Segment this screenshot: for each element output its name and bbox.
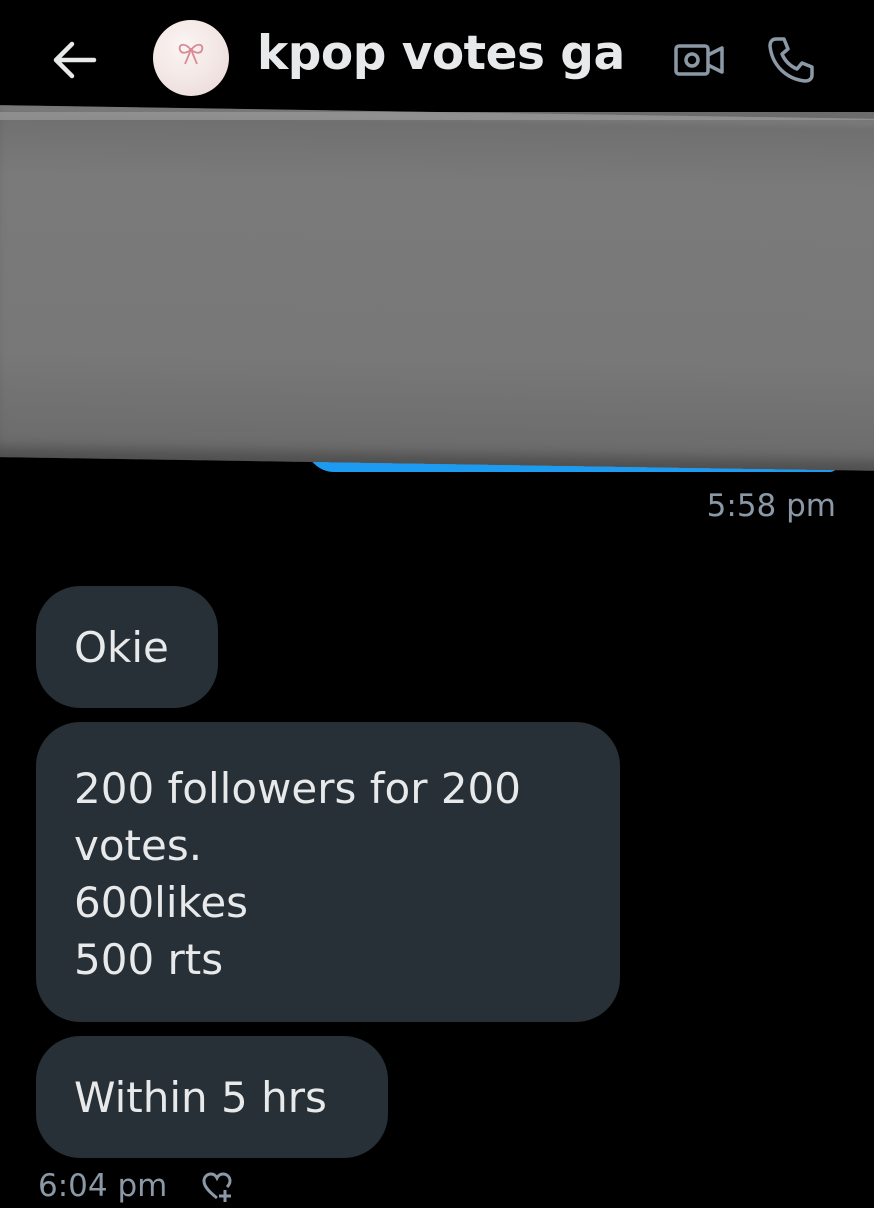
- redaction-edge: [0, 112, 874, 120]
- video-camera-icon: [674, 44, 724, 76]
- bow-icon: [178, 43, 204, 65]
- back-button[interactable]: [50, 38, 98, 82]
- arrow-left-icon: [53, 41, 97, 79]
- received-timestamp: 6:04 pm: [38, 1168, 168, 1204]
- sent-timestamp: 5:58 pm: [706, 488, 836, 524]
- avatar[interactable]: [153, 20, 229, 96]
- message-line: 500 rts: [74, 935, 224, 984]
- redaction-overlay: [0, 104, 874, 472]
- conversation-header: kpop votes ga: [0, 0, 874, 118]
- voice-call-button[interactable]: [764, 33, 818, 87]
- phone-icon: [768, 37, 814, 83]
- message-line: 200 followers for 200: [74, 764, 521, 813]
- conversation-title[interactable]: kpop votes ga: [257, 26, 625, 81]
- message-line: 600likes: [74, 878, 249, 927]
- react-button[interactable]: [200, 1170, 234, 1204]
- received-message-bubble[interactable]: 200 followers for 200 votes. 600likes 50…: [36, 722, 620, 1022]
- message-text: Within 5 hrs: [74, 1073, 327, 1122]
- received-message-bubble[interactable]: Okie: [36, 586, 218, 708]
- heart-plus-icon: [202, 1172, 232, 1202]
- message-line: votes.: [74, 821, 203, 870]
- received-message-bubble[interactable]: Within 5 hrs: [36, 1036, 388, 1158]
- message-text: Okie: [74, 623, 169, 672]
- video-call-button[interactable]: [672, 38, 726, 82]
